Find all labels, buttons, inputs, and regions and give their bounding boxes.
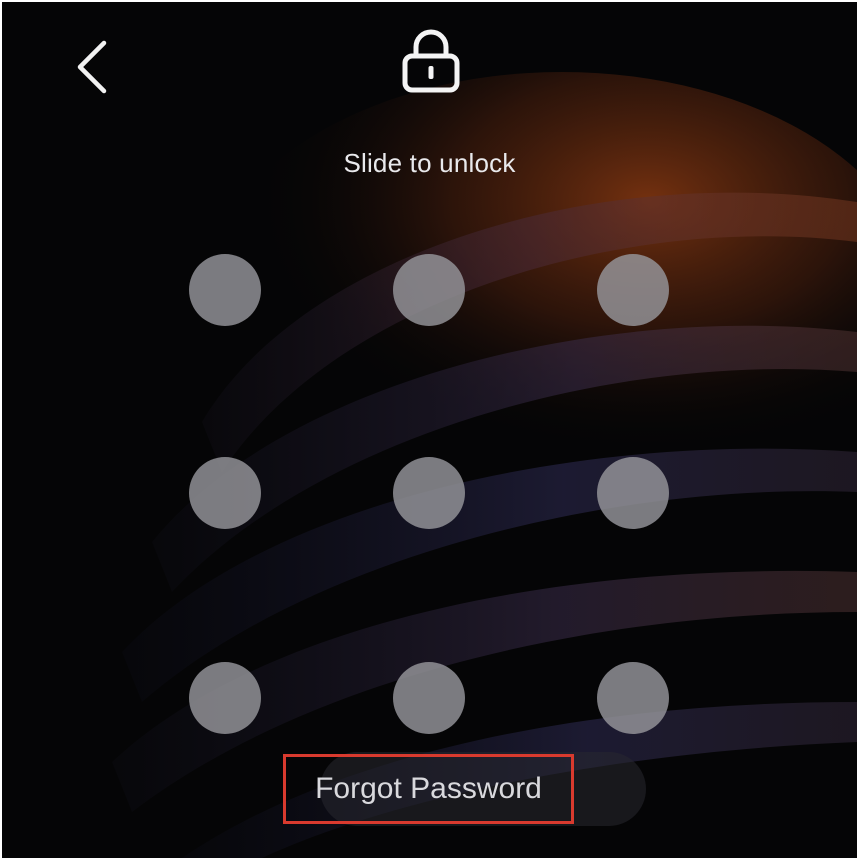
pattern-dot-2[interactable]: [393, 254, 465, 326]
pattern-dot-6[interactable]: [597, 457, 669, 529]
pattern-dot-1[interactable]: [189, 254, 261, 326]
lock-screen: Slide to unlock Forgot Password: [2, 2, 857, 858]
pattern-dot-5[interactable]: [393, 457, 465, 529]
pattern-dot-4[interactable]: [189, 457, 261, 529]
pattern-dot-8[interactable]: [393, 662, 465, 734]
pattern-dot-9[interactable]: [597, 662, 669, 734]
pattern-dot-3[interactable]: [597, 254, 669, 326]
forgot-password-button[interactable]: Forgot Password: [283, 754, 574, 824]
back-button[interactable]: [68, 38, 114, 96]
page-title: Slide to unlock: [343, 148, 516, 178]
chevron-left-icon: [77, 40, 107, 94]
padlock-icon: [402, 29, 460, 93]
pattern-dot-7[interactable]: [189, 662, 261, 734]
